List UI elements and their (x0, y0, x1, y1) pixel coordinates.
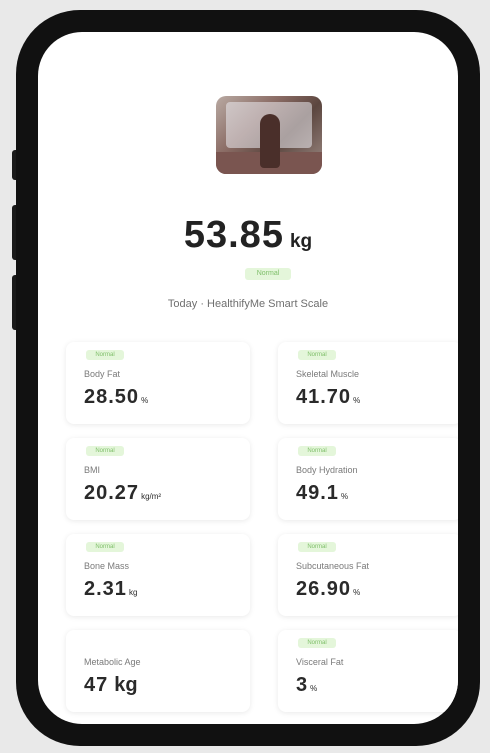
metric-value: 41.70% (296, 386, 361, 408)
metric-value: 26.90% (296, 578, 361, 600)
metric-value: 47 kg (84, 674, 138, 696)
metric-label: Visceral Fat (296, 657, 344, 667)
status-badge: Normal (86, 350, 124, 360)
metric-card-visceral-fat[interactable]: Normal Visceral Fat 3% (278, 630, 458, 712)
metric-card-bone-mass[interactable]: Normal Bone Mass 2.31 kg (66, 534, 250, 616)
weight-display: 53.85 kg (38, 214, 458, 257)
status-badge: Normal (86, 446, 124, 456)
metric-label: Body Hydration (296, 465, 358, 475)
metric-card-body-fat[interactable]: Normal Body Fat 28.50% (66, 342, 250, 424)
metric-value: 49.1% (296, 482, 349, 504)
status-badge: Normal (298, 350, 336, 360)
metric-value: 2.31 kg (84, 578, 138, 600)
metric-label: Metabolic Age (84, 657, 141, 667)
metric-value: 28.50% (84, 386, 149, 408)
app-screen: 53.85 kg Normal Today · HealthifyMe Smart… (38, 32, 458, 724)
metric-value: 20.27 kg/m² (84, 482, 162, 504)
metric-card-skeletal-muscle[interactable]: Normal Skeletal Muscle 41.70% (278, 342, 458, 424)
status-badge: Normal (298, 446, 336, 456)
phone-frame: 53.85 kg Normal Today · HealthifyMe Smart… (16, 10, 480, 746)
metric-label: Skeletal Muscle (296, 369, 360, 379)
weight-value: 53.85 (183, 214, 284, 256)
metric-card-metabolic-age[interactable]: Metabolic Age 47 kg (66, 630, 250, 712)
metric-label: Body Fat (84, 369, 121, 379)
photo-person (260, 114, 280, 168)
profile-photo[interactable] (216, 96, 322, 174)
status-badge: Normal (298, 542, 336, 552)
status-badge: Normal (298, 638, 336, 648)
measurement-source: Today · HealthifyMe Smart Scale (167, 298, 329, 310)
metric-card-body-hydration[interactable]: Normal Body Hydration 49.1% (278, 438, 458, 520)
status-badge: Normal (86, 542, 124, 552)
metric-card-subcutaneous-fat[interactable]: Normal Subcutaneous Fat 26.90% (278, 534, 458, 616)
metric-card-bmi[interactable]: Normal BMI 20.27 kg/m² (66, 438, 250, 520)
metric-value: 3% (296, 674, 318, 696)
weight-unit: kg (289, 231, 313, 252)
metric-label: Bone Mass (84, 561, 130, 571)
metric-label: Subcutaneous Fat (296, 561, 370, 571)
weight-status-badge: Normal (245, 268, 291, 280)
metric-label: BMI (84, 465, 101, 475)
